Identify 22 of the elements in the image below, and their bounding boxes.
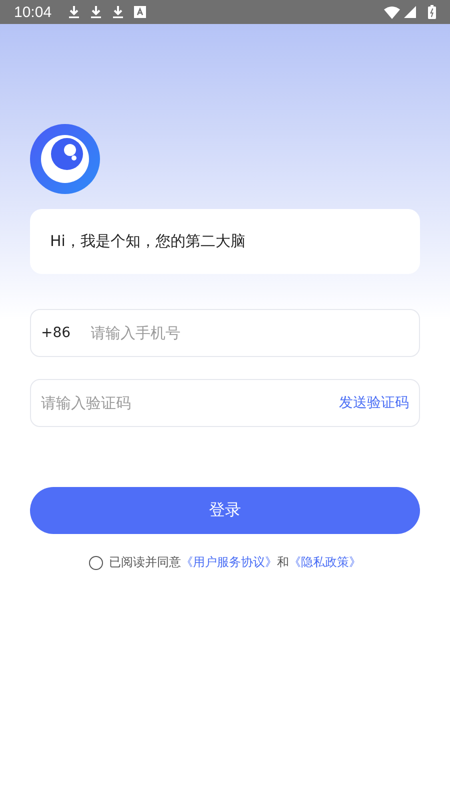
send-code-button[interactable]: 发送验证码: [339, 394, 409, 412]
code-field[interactable]: 请输入验证码 发送验证码: [30, 379, 420, 427]
agreement-text: 已阅读并同意: [109, 554, 181, 571]
battery-icon: [428, 5, 436, 19]
download-icon: [68, 5, 80, 19]
country-code: +86: [41, 325, 71, 341]
eye-logo-icon: [30, 124, 100, 194]
phone-input-field[interactable]: +86 请输入手机号: [30, 309, 420, 357]
app-icon: [134, 6, 146, 18]
login-button[interactable]: 登录: [30, 487, 420, 534]
signal-icon: [404, 6, 416, 18]
status-time: 10:04: [14, 4, 52, 20]
policy-link[interactable]: 《用户服务协议》: [181, 554, 277, 571]
code-input-field[interactable]: 请输入验证码: [41, 388, 339, 418]
download-icon: [112, 5, 124, 19]
download-icon: [90, 5, 102, 19]
wifi-icon: [384, 6, 400, 18]
policy-link[interactable]: 《隐私政策》: [289, 554, 361, 571]
agreement-text: 和: [277, 554, 289, 571]
agreement-checkbox[interactable]: [89, 556, 103, 570]
greeting-text: Hi，我是个知，您的第二大脑: [50, 232, 246, 251]
phone-input[interactable]: 请输入手机号: [90, 324, 409, 342]
